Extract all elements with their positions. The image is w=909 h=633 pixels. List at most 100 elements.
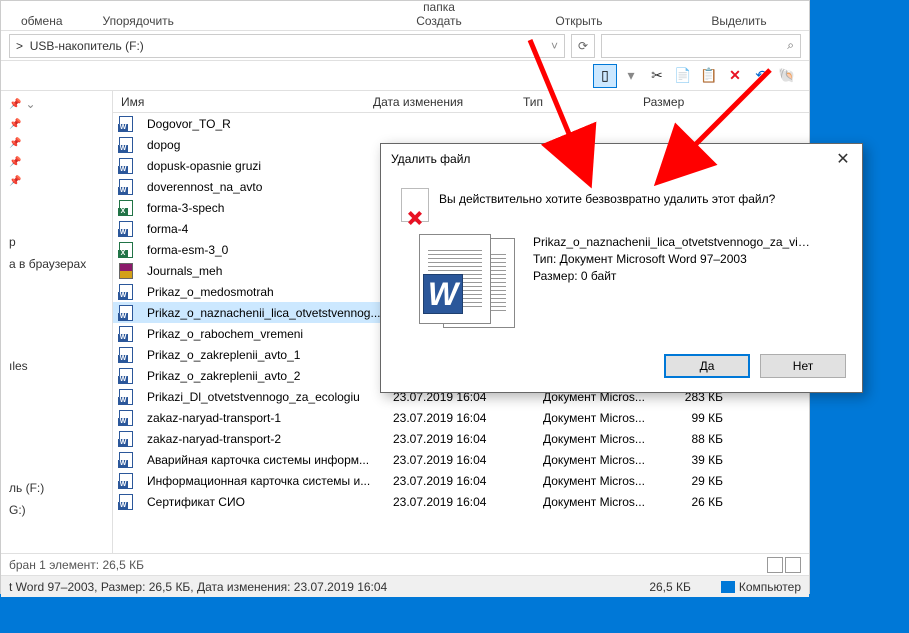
cell-size: 99 КБ bbox=[663, 411, 743, 425]
no-button[interactable]: Нет bbox=[760, 354, 846, 378]
dialog-filename: Prikaz_o_naznachenii_lica_otvetstvennogo… bbox=[533, 234, 813, 251]
doc-file-icon bbox=[117, 304, 135, 322]
doc-file-icon bbox=[117, 346, 135, 364]
breadcrumb[interactable]: > USB-накопитель (F:) ˅ bbox=[9, 34, 565, 58]
cell-name: forma-3-spech bbox=[139, 201, 393, 215]
cell-date: 23.07.2019 16:04 bbox=[393, 474, 543, 488]
details-text: t Word 97–2003, Размер: 26,5 КБ, Дата из… bbox=[9, 580, 387, 594]
cell-name: Сертификат СИО bbox=[139, 495, 393, 509]
details-size: 26,5 КБ bbox=[649, 580, 691, 594]
sidebar-item[interactable]: 📌 bbox=[3, 115, 110, 134]
annotation-arrow bbox=[650, 60, 790, 193]
cell-name: Prikaz_o_rabochem_vremeni bbox=[139, 327, 393, 341]
sidebar-item[interactable]: ль (F:) bbox=[3, 477, 110, 499]
delete-file-icon bbox=[401, 188, 429, 222]
cell-name: Prikaz_o_zakreplenii_avto_2 bbox=[139, 369, 393, 383]
cell-size: 39 КБ bbox=[663, 453, 743, 467]
details-view-icon[interactable] bbox=[767, 557, 783, 573]
dialog-filetype: Тип: Документ Microsoft Word 97–2003 bbox=[533, 251, 813, 268]
cell-name: Информационная карточка системы и... bbox=[139, 474, 393, 488]
search-icon: ⌕ bbox=[787, 38, 794, 53]
file-row[interactable]: Сертификат СИО23.07.2019 16:04Документ M… bbox=[113, 491, 809, 512]
doc-file-icon bbox=[117, 157, 135, 175]
pin-icon: 📌 bbox=[9, 157, 21, 168]
yes-button[interactable]: Да bbox=[664, 354, 750, 378]
doc-file-icon bbox=[117, 178, 135, 196]
details-bar: t Word 97–2003, Размер: 26,5 КБ, Дата из… bbox=[1, 575, 809, 597]
ribbon-label: Упорядочить bbox=[103, 14, 174, 28]
sidebar-item[interactable]: а в браузерах bbox=[3, 253, 110, 275]
ribbon-group-open[interactable]: Открыть bbox=[529, 14, 629, 28]
ribbon-group-select[interactable]: Выделить bbox=[669, 14, 809, 28]
cell-name: zakaz-naryad-transport-2 bbox=[139, 432, 393, 446]
pin-icon: 📌 bbox=[9, 138, 21, 149]
cell-date: 23.07.2019 16:04 bbox=[393, 453, 543, 467]
cell-size: 88 КБ bbox=[663, 432, 743, 446]
column-date[interactable]: Дата изменения bbox=[373, 95, 523, 109]
cell-name: dopog bbox=[139, 138, 393, 152]
cell-size: 29 КБ bbox=[663, 474, 743, 488]
ribbon-label: обмена bbox=[21, 14, 63, 28]
cell-date: 23.07.2019 16:04 bbox=[393, 411, 543, 425]
cell-type: Документ Micros... bbox=[543, 495, 663, 509]
cell-name: Prikaz_o_naznachenii_lica_otvetstvennog.… bbox=[139, 306, 393, 320]
cell-type: Документ Micros... bbox=[543, 453, 663, 467]
cell-name: Dogovor_TO_R bbox=[139, 117, 393, 131]
large-view-icon[interactable] bbox=[785, 557, 801, 573]
cell-date: 23.07.2019 16:04 bbox=[393, 432, 543, 446]
doc-file-icon bbox=[117, 136, 135, 154]
word-doc-icon: W bbox=[419, 234, 515, 330]
doc-file-icon bbox=[117, 493, 135, 511]
cell-name: dopusk-opasnie gruzi bbox=[139, 159, 393, 173]
cell-type: Документ Micros... bbox=[543, 411, 663, 425]
ribbon-group-create[interactable]: папка Создать bbox=[389, 0, 489, 28]
doc-file-icon bbox=[117, 472, 135, 490]
sidebar-item[interactable]: 📌 bbox=[3, 134, 110, 153]
status-bar: бран 1 элемент: 26,5 КБ bbox=[1, 553, 809, 575]
doc-file-icon bbox=[117, 409, 135, 427]
pin-icon: 📌 bbox=[9, 119, 21, 130]
sidebar-item[interactable]: 📌⌄ bbox=[3, 93, 110, 115]
ribbon: обмена Упорядочить папка Создать Открыть… bbox=[1, 1, 809, 31]
column-name[interactable]: Имя bbox=[113, 95, 373, 109]
view-toggle[interactable] bbox=[767, 557, 801, 573]
cell-name: zakaz-naryad-transport-1 bbox=[139, 411, 393, 425]
sidebar-item[interactable]: G:) bbox=[3, 499, 110, 521]
cell-name: Аварийная карточка системы информ... bbox=[139, 453, 393, 467]
cell-name: Journals_meh bbox=[139, 264, 393, 278]
file-row[interactable]: Информационная карточка системы и...23.0… bbox=[113, 470, 809, 491]
dialog-filesize: Размер: 0 байт bbox=[533, 268, 813, 285]
xls-file-icon bbox=[117, 241, 135, 259]
file-row[interactable]: zakaz-naryad-transport-123.07.2019 16:04… bbox=[113, 407, 809, 428]
doc-file-icon bbox=[117, 115, 135, 133]
close-button[interactable]: ✕ bbox=[828, 149, 858, 169]
cell-date: 23.07.2019 16:04 bbox=[393, 495, 543, 509]
sidebar-item[interactable]: 📌 bbox=[3, 172, 110, 191]
computer-indicator: Компьютер bbox=[721, 580, 801, 594]
pin-icon: 📌 bbox=[9, 99, 21, 110]
pin-icon: 📌 bbox=[9, 176, 21, 187]
computer-icon bbox=[721, 581, 735, 593]
doc-file-icon bbox=[117, 325, 135, 343]
file-row[interactable]: zakaz-naryad-transport-223.07.2019 16:04… bbox=[113, 428, 809, 449]
cell-name: Prikaz_o_zakreplenii_avto_1 bbox=[139, 348, 393, 362]
dialog-title-text: Удалить файл bbox=[391, 152, 470, 166]
cell-type: Документ Micros... bbox=[543, 474, 663, 488]
doc-file-icon bbox=[117, 367, 135, 385]
doc-file-icon bbox=[117, 283, 135, 301]
sidebar-item[interactable]: 📌 bbox=[3, 153, 110, 172]
sidebar[interactable]: 📌⌄ 📌 📌 📌 📌 p а в браузерах ıles ль (F:) … bbox=[1, 91, 113, 553]
file-row[interactable]: Аварийная карточка системы информ...23.0… bbox=[113, 449, 809, 470]
cell-type: Документ Micros... bbox=[543, 432, 663, 446]
doc-file-icon bbox=[117, 220, 135, 238]
cell-size: 26 КБ bbox=[663, 495, 743, 509]
cell-name: doverennost_na_avto bbox=[139, 180, 393, 194]
doc-file-icon bbox=[117, 430, 135, 448]
status-text: бран 1 элемент: 26,5 КБ bbox=[9, 558, 144, 572]
file-metadata: Prikaz_o_naznachenii_lica_otvetstvennogo… bbox=[533, 234, 813, 330]
sidebar-item[interactable]: p bbox=[3, 231, 110, 253]
xls-file-icon bbox=[117, 199, 135, 217]
rar-file-icon bbox=[117, 262, 135, 280]
sidebar-item[interactable]: ıles bbox=[3, 355, 110, 377]
cell-name: forma-esm-3_0 bbox=[139, 243, 393, 257]
